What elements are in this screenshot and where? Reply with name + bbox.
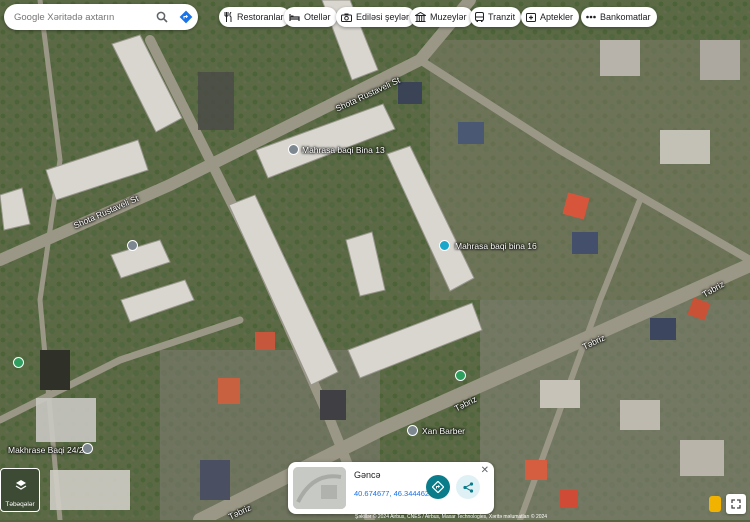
chip-label: Aptekler: [540, 12, 574, 22]
place-title: Gəncə: [354, 470, 381, 480]
place-pin-mahrasa13[interactable]: [288, 144, 299, 155]
chip-label: Restoranlar: [237, 12, 284, 22]
pharmacy-icon: [526, 13, 536, 22]
layers-icon: [15, 480, 27, 490]
share-icon: [462, 481, 473, 493]
place-label-makhrase[interactable]: Makhrase Baqi 24/2: [8, 445, 84, 455]
museum-icon: [415, 12, 426, 22]
directions-icon: [432, 481, 444, 493]
place-pin-unnamed[interactable]: [127, 240, 138, 251]
fullscreen-button[interactable]: [726, 494, 746, 514]
directions-button[interactable]: [426, 475, 450, 499]
camera-icon: [341, 13, 352, 22]
share-button[interactable]: [456, 475, 480, 499]
place-pin-west[interactable]: [13, 357, 24, 368]
place-coordinates[interactable]: 40.674677, 46.344462: [354, 489, 429, 498]
chip-transit[interactable]: Tranzit: [470, 7, 522, 27]
chip-atms[interactable]: Bankomatlar: [581, 7, 657, 27]
chip-pharmacies[interactable]: Aptekler: [521, 7, 580, 27]
place-label-mahrasa13[interactable]: Mahrasa baqi Bina 13: [302, 145, 385, 155]
chip-museums[interactable]: Muzeylər: [410, 7, 473, 27]
map-attribution: Şəkillər © 2024 Airbus, CNES / Airbus, M…: [355, 514, 548, 520]
chip-hotels[interactable]: Otellər: [284, 7, 337, 27]
street-view-pegman-icon[interactable]: [709, 496, 721, 512]
more-dots-icon: [586, 15, 596, 19]
bus-icon: [475, 12, 484, 22]
place-pin-mahrasa16[interactable]: [439, 240, 450, 251]
search-box[interactable]: [4, 4, 198, 30]
place-thumbnail[interactable]: [293, 467, 346, 509]
place-pin-makhrase[interactable]: [82, 443, 93, 454]
chip-label: Tranzit: [488, 12, 516, 22]
chip-attractions[interactable]: Ediləsi şeylər: [336, 7, 416, 27]
fullscreen-icon: [731, 499, 741, 509]
layers-button[interactable]: Təbəqələr: [0, 468, 40, 512]
fork-knife-icon: [224, 12, 232, 22]
place-pin-xan-barber[interactable]: [407, 425, 418, 436]
place-label-mahrasa16[interactable]: Mahrasa baqi bina 16: [455, 241, 537, 251]
chip-label: Muzeylər: [430, 12, 467, 22]
place-card[interactable]: Gəncə 40.674677, 46.344462 ✕: [288, 462, 494, 514]
search-icon[interactable]: [150, 4, 174, 30]
layers-label: Təbəqələr: [5, 501, 35, 508]
chip-label: Otellər: [304, 12, 331, 22]
satellite-map[interactable]: [0, 0, 750, 520]
bed-icon: [289, 13, 300, 21]
close-icon[interactable]: ✕: [481, 465, 489, 476]
chip-label: Bankomatlar: [600, 12, 651, 22]
search-input[interactable]: [4, 5, 150, 29]
directions-icon[interactable]: [174, 4, 198, 30]
place-pin-green[interactable]: [455, 370, 466, 381]
place-label-xan-barber[interactable]: Xan Barber: [422, 426, 465, 436]
chip-label: Ediləsi şeylər: [356, 12, 410, 22]
chip-restaurants[interactable]: Restoranlar: [219, 7, 290, 27]
